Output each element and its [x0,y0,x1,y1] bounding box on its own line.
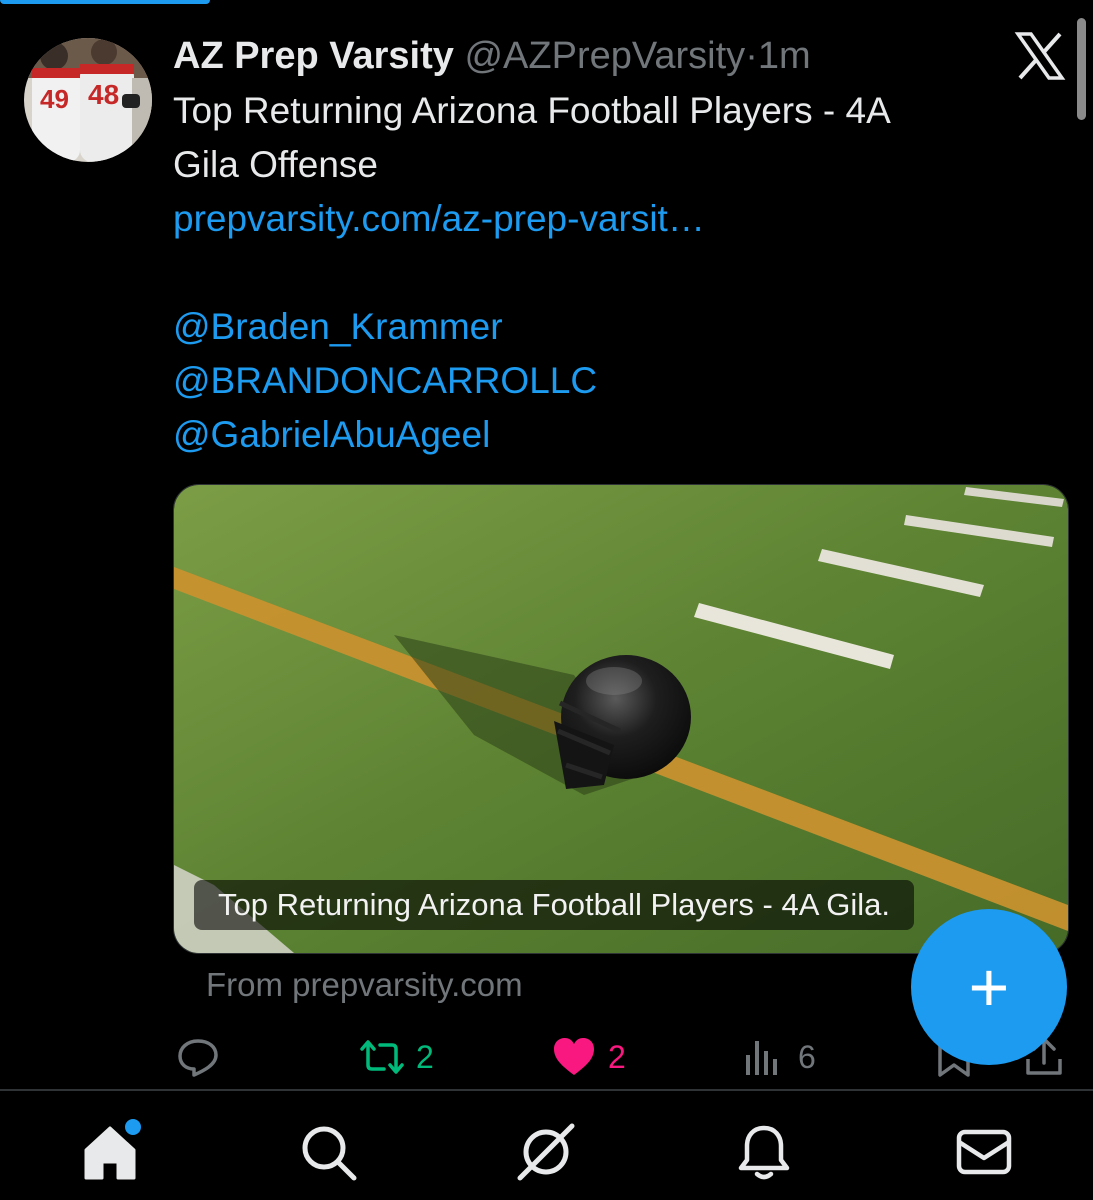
nav-grok[interactable] [514,1120,578,1184]
heart-icon [554,1038,594,1075]
mention-link[interactable]: @Braden_Krammer [173,300,1023,354]
like-count: 2 [608,1038,626,1075]
reply-icon [178,1039,218,1077]
nav-notifications[interactable] [732,1120,796,1184]
avatar-jersey-right: 48 [88,79,119,110]
post-text-line-1: Top Returning Arizona Football Players -… [173,90,891,131]
like-button[interactable]: 2 [552,1030,626,1084]
reply-button[interactable] [176,1030,232,1084]
nav-divider [0,1089,1093,1091]
x-logo-icon[interactable] [1014,30,1066,82]
views-count: 6 [798,1038,816,1075]
bottom-nav [0,1092,1093,1200]
post-text: Top Returning Arizona Football Players -… [173,84,1023,462]
plus-icon: + [968,948,1010,1026]
separator-dot: · [745,35,758,77]
link-card[interactable]: Top Returning Arizona Football Players -… [173,484,1069,954]
repost-button[interactable]: 2 [360,1030,434,1084]
avatar-jersey-left: 49 [40,84,69,114]
nav-search[interactable] [296,1120,360,1184]
bell-icon [738,1125,790,1180]
mention-link[interactable]: @BRANDONCARROLLC [173,354,1023,408]
notification-dot [122,1116,144,1138]
post-link[interactable]: prepvarsity.com/az-prep-varsit… [173,192,1023,246]
repost-icon [360,1040,404,1074]
avatar-image: 49 48 [24,38,152,162]
user-handle[interactable]: @AZPrepVarsity [464,35,745,77]
search-icon [302,1126,357,1181]
card-source[interactable]: From prepvarsity.com [206,966,523,1004]
post-header: AZ Prep Varsity @AZPrepVarsity·1m [173,32,993,80]
scrollbar[interactable] [1077,18,1086,120]
views-button[interactable]: 6 [742,1030,816,1084]
compose-post-button[interactable]: + [911,909,1067,1065]
post-text-line-2: Gila Offense [173,144,378,185]
avatar[interactable]: 49 48 [24,38,152,162]
nav-messages[interactable] [952,1120,1016,1184]
mail-icon [956,1129,1012,1175]
post-timestamp[interactable]: 1m [758,35,811,77]
action-bar: 2 2 6 [0,1030,1093,1084]
grok-icon [517,1123,575,1181]
top-indicator [0,0,210,4]
repost-count: 2 [416,1038,434,1075]
mention-link[interactable]: @GabrielAbuAgeel [173,408,1023,462]
nav-home[interactable] [78,1116,144,1184]
views-chart-icon [746,1041,777,1075]
display-name[interactable]: AZ Prep Varsity [173,35,454,77]
card-caption: Top Returning Arizona Football Players -… [194,880,915,930]
